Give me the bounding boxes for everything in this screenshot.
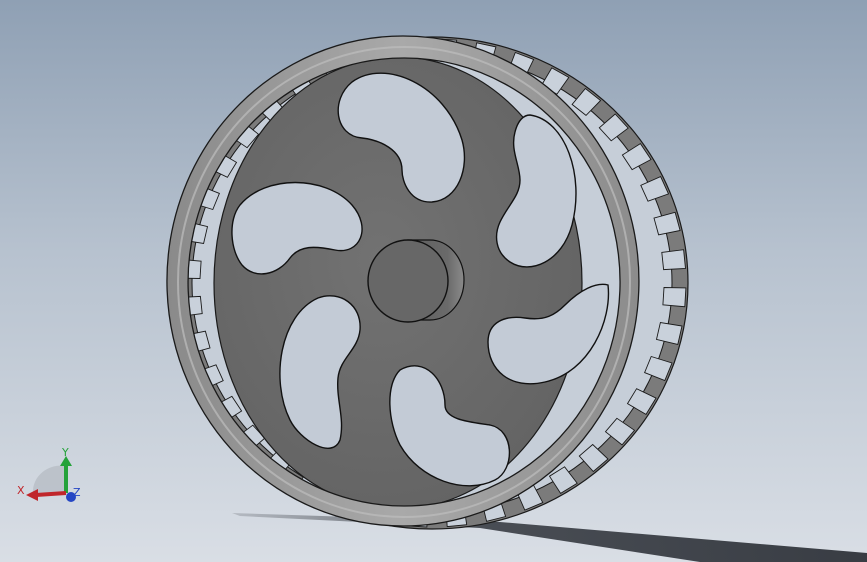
hub-boss[interactable] [367,239,465,323]
triad-z-label: Z [73,486,81,499]
triad-x-arrow-icon [26,489,38,501]
ground-shadow [232,513,867,562]
triad-plane-shade [32,465,66,493]
model-canvas[interactable]: Y X Z [0,0,867,562]
view-triad[interactable]: Y X Z [17,446,81,502]
triad-x-label: X [17,484,25,497]
graphics-viewport[interactable]: Y X Z [0,0,867,562]
rim-slot [661,249,686,271]
triad-x-axis [35,491,67,497]
triad-y-label: Y [61,446,69,459]
rim-slot [662,287,687,308]
